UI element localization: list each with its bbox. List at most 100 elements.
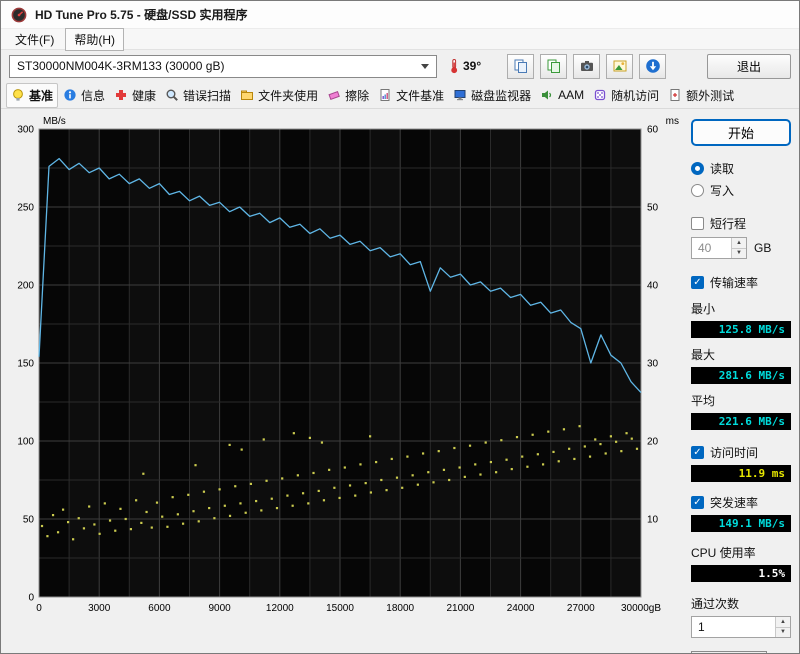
short-stroke-label: 短行程: [710, 215, 746, 232]
tab-aam[interactable]: AAM: [536, 85, 588, 105]
export-button[interactable]: [639, 54, 666, 79]
copy-pages-icon: [513, 58, 529, 74]
drive-selector[interactable]: ST30000NM004K-3RM133 (30000 gB): [9, 55, 437, 78]
transfer-rate-checkbox[interactable]: ✓ 传输速率: [691, 274, 797, 291]
min-stat: 最小 125.8 MB/s: [691, 300, 797, 338]
tab-info[interactable]: 信息: [59, 84, 109, 107]
pass-count-input[interactable]: 1 ▲▼: [691, 616, 791, 638]
tab-file-benchmark[interactable]: 文件基准: [374, 84, 448, 107]
write-radio[interactable]: 写入: [691, 182, 797, 199]
burst-rate-value: 149.1 MB/s: [691, 515, 791, 532]
menu-file[interactable]: 文件(F): [7, 29, 62, 50]
app-window: HD Tune Pro 5.75 - 硬盘/SSD 实用程序 文件(F) 帮助(…: [0, 0, 800, 654]
write-radio-label: 写入: [710, 182, 734, 199]
screenshot-button[interactable]: [573, 54, 600, 79]
min-label: 最小: [691, 300, 797, 317]
svg-text:20: 20: [647, 437, 659, 448]
max-value: 281.6 MB/s: [691, 367, 791, 384]
thermometer-icon: [447, 58, 461, 74]
temperature-value: 39°: [463, 59, 481, 73]
access-time-value: 11.9 ms: [691, 465, 791, 482]
svg-text:0: 0: [28, 593, 34, 604]
svg-text:100: 100: [17, 437, 34, 448]
tab-erase[interactable]: 擦除: [323, 84, 373, 107]
tab-error-scan[interactable]: 错误扫描: [161, 84, 235, 107]
tab-bar: 基准 信息 健康 错误扫描 文件夹使用 擦除 文件基准 磁盘监视器: [1, 82, 799, 109]
tab-disk-monitor[interactable]: 磁盘监视器: [449, 84, 535, 107]
exit-button[interactable]: 退出: [707, 54, 791, 79]
svg-text:3000: 3000: [88, 603, 111, 614]
start-button[interactable]: 开始: [691, 119, 791, 146]
menu-help[interactable]: 帮助(H): [65, 28, 124, 51]
copy-image-button[interactable]: [540, 54, 567, 79]
svg-text:300: 300: [17, 125, 34, 136]
read-radio[interactable]: 读取: [691, 160, 797, 177]
avg-value: 221.6 MB/s: [691, 413, 791, 430]
svg-text:6000: 6000: [148, 603, 171, 614]
tab-error-scan-label: 错误扫描: [183, 87, 231, 104]
scan-icon: [165, 88, 179, 102]
temperature-indicator: 39°: [447, 58, 481, 74]
pass-count-value: 1: [692, 617, 775, 637]
tab-extra-tests[interactable]: 额外测试: [664, 84, 738, 107]
burst-rate-label: 突发速率: [710, 494, 758, 511]
spin-up-icon[interactable]: ▲: [732, 238, 746, 249]
svg-text:10: 10: [647, 515, 659, 526]
title-bar: HD Tune Pro 5.75 - 硬盘/SSD 实用程序: [1, 1, 799, 29]
extra-tests-icon: [668, 88, 682, 102]
tab-benchmark[interactable]: 基准: [6, 83, 58, 108]
monitor-icon: [453, 88, 467, 102]
svg-text:30000gB: 30000gB: [621, 603, 661, 614]
camera-icon: [579, 58, 595, 74]
menu-bar: 文件(F) 帮助(H): [1, 29, 799, 50]
svg-text:50: 50: [647, 203, 659, 214]
tab-file-benchmark-label: 文件基准: [396, 87, 444, 104]
avg-stat: 平均 221.6 MB/s: [691, 392, 797, 430]
svg-text:250: 250: [17, 203, 34, 214]
info-icon: [63, 88, 77, 102]
control-panel: 开始 读取 写入 短行程 40 ▲▼ GB ✓ 传输速率 最小 125.8 MB…: [691, 113, 797, 654]
short-stroke-input[interactable]: 40 ▲▼: [691, 237, 747, 259]
spin-down-icon[interactable]: ▼: [732, 249, 746, 259]
app-icon: [11, 7, 27, 23]
radio-selected-icon: [691, 162, 704, 175]
svg-text:40: 40: [647, 281, 659, 292]
short-stroke-checkbox[interactable]: 短行程: [691, 215, 797, 232]
file-benchmark-icon: [378, 88, 392, 102]
tab-aam-label: AAM: [558, 88, 584, 102]
toolbar: ST30000NM004K-3RM133 (30000 gB) 39°: [1, 50, 799, 82]
benchmark-icon: [11, 88, 25, 102]
save-image-button[interactable]: [606, 54, 633, 79]
svg-text:50: 50: [23, 515, 35, 526]
short-stroke-field-row: 40 ▲▼ GB: [691, 237, 797, 259]
tab-random-access[interactable]: 随机访问: [589, 84, 663, 107]
spin-down-icon[interactable]: ▼: [776, 628, 790, 638]
window-title: HD Tune Pro 5.75 - 硬盘/SSD 实用程序: [35, 6, 247, 23]
spin-up-icon[interactable]: ▲: [776, 617, 790, 628]
svg-text:30: 30: [647, 359, 659, 370]
checkbox-checked-icon: ✓: [691, 446, 704, 459]
svg-text:0: 0: [36, 603, 42, 614]
pass-count-spinner[interactable]: ▲▼: [775, 617, 790, 637]
copy-info-button[interactable]: [507, 54, 534, 79]
short-stroke-spinner[interactable]: ▲▼: [731, 238, 746, 258]
drive-selector-value: ST30000NM004K-3RM133 (30000 gB): [17, 59, 224, 73]
cpu-usage-value: 1.5%: [691, 565, 791, 582]
tab-health-label: 健康: [132, 87, 156, 104]
svg-text:21000: 21000: [446, 603, 474, 614]
benchmark-chart: MB/sms3002502001501005006050403020100300…: [7, 113, 685, 629]
access-time-checkbox[interactable]: ✓ 访问时间: [691, 444, 797, 461]
health-icon: [114, 88, 128, 102]
copy-pages-green-icon: [546, 58, 562, 74]
cpu-usage-label: CPU 使用率: [691, 544, 797, 561]
burst-rate-checkbox[interactable]: ✓ 突发速率: [691, 494, 797, 511]
tab-folder-usage[interactable]: 文件夹使用: [236, 84, 322, 107]
folder-icon: [240, 88, 254, 102]
checkbox-checked-icon: ✓: [691, 276, 704, 289]
avg-label: 平均: [691, 392, 797, 409]
checkbox-checked-icon: ✓: [691, 496, 704, 509]
radio-unselected-icon: [691, 184, 704, 197]
tab-health[interactable]: 健康: [110, 84, 160, 107]
access-time-label: 访问时间: [710, 444, 758, 461]
download-icon: [645, 58, 661, 74]
